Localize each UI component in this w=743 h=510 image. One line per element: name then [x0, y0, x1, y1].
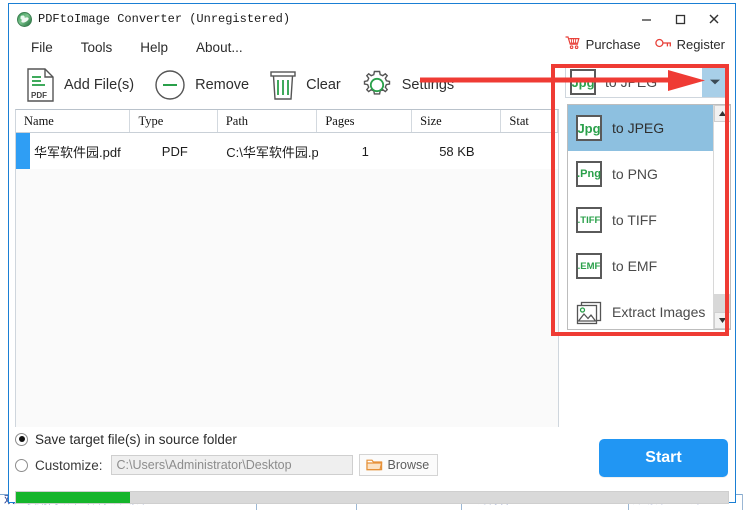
app-globe-icon [17, 11, 32, 27]
column-header-pages[interactable]: Pages [317, 110, 413, 132]
menu-bar: File Tools Help About... Purchase Regist… [9, 34, 735, 60]
close-icon[interactable] [697, 6, 731, 32]
save-in-source-folder-label: Save target file(s) in source folder [35, 431, 237, 447]
emf-badge-icon: .EMF [576, 253, 602, 279]
cell-path: C:\华军软件园.p... [226, 144, 318, 160]
progress-bar-fill [16, 492, 130, 503]
dropdown-option-extract-images[interactable]: Extract Images [568, 289, 714, 329]
customize-label: Customize: [35, 457, 103, 473]
png-badge-icon: .Png [576, 161, 602, 187]
maximize-icon[interactable] [663, 6, 697, 32]
output-options: Save target file(s) in source folder Cus… [15, 428, 559, 476]
table-row[interactable]: 华军软件园.pdf PDF C:\华军软件园.p... 1 58 KB [16, 133, 558, 169]
clear-label: Clear [306, 77, 341, 93]
progress-bar [15, 491, 729, 504]
column-header-size[interactable]: Size [412, 110, 502, 132]
format-dropdown-list[interactable]: Jpg to JPEG .Png to PNG .TIFF to TIFF .E… [567, 104, 731, 330]
output-path-input[interactable]: C:\Users\Administrator\Desktop [110, 455, 353, 475]
menu-item-about[interactable]: About... [196, 38, 243, 57]
column-header-name[interactable]: Name [16, 110, 131, 132]
cell-type: PDF [161, 143, 188, 159]
dropdown-option-label: to TIFF [612, 212, 657, 228]
menu-item-tools[interactable]: Tools [81, 38, 113, 57]
menu-item-help[interactable]: Help [140, 38, 168, 57]
dropdown-option-label: Extract Images [612, 304, 706, 320]
dropdown-scrollbar-thumb[interactable] [714, 294, 730, 312]
purchase-button[interactable]: Purchase [565, 35, 641, 53]
settings-label: Settings [401, 77, 455, 93]
add-files-label: Add File(s) [64, 77, 135, 93]
register-label: Register [676, 36, 725, 52]
save-in-source-folder-option[interactable]: Save target file(s) in source folder [15, 428, 559, 450]
window-title: PDFtoImage Converter (Unregistered) [38, 12, 291, 26]
minus-circle-icon [154, 69, 186, 101]
chevron-down-icon [709, 73, 721, 91]
dropdown-option-label: to JPEG [612, 120, 665, 136]
register-button[interactable]: Register [654, 36, 725, 52]
jpg-badge-icon: Jpg [570, 69, 596, 95]
cell-pages: 1 [361, 143, 369, 159]
dropdown-scrollbar[interactable] [713, 105, 730, 329]
file-list[interactable]: Name Type Path Pages Size Stat 华军软件园.pdf… [15, 109, 559, 427]
folder-open-icon [365, 457, 383, 474]
row-selection-indicator [16, 133, 30, 169]
settings-button[interactable]: Settings [361, 69, 454, 101]
file-list-rows: 华军软件园.pdf PDF C:\华军软件园.p... 1 58 KB [16, 133, 558, 169]
screen-root: 欢迎使用网编率计算，加易师 11:25 2018-05-09 上海博容 PDFt… [0, 0, 743, 510]
radio-customize[interactable] [15, 458, 28, 472]
dropdown-option-label: to EMF [612, 258, 658, 274]
picture-icon [576, 300, 602, 325]
dropdown-option-to-jpeg[interactable]: Jpg to JPEG [568, 105, 714, 151]
gear-icon [361, 69, 393, 101]
scroll-down-arrow-icon[interactable] [714, 312, 730, 329]
browse-button[interactable]: Browse [358, 454, 439, 476]
file-list-empty-area [16, 169, 558, 427]
pdf-document-icon: PDF [25, 68, 55, 102]
column-header-type[interactable]: Type [130, 110, 218, 132]
dropdown-option-to-emf[interactable]: .EMF to EMF [568, 243, 714, 289]
key-icon [654, 37, 672, 52]
cell-name: 华军软件园.pdf [34, 144, 121, 160]
jpg-badge-icon: Jpg [576, 115, 602, 141]
start-button-label: Start [645, 449, 682, 466]
remove-label: Remove [195, 77, 250, 93]
remove-button[interactable]: Remove [154, 69, 249, 101]
dropdown-option-label: to PNG [612, 166, 658, 182]
format-combo[interactable]: Jpg to JPEG [565, 66, 729, 98]
menu-item-file[interactable]: File [31, 38, 53, 57]
window-controls [629, 4, 731, 34]
title-bar[interactable]: PDFtoImage Converter (Unregistered) [9, 4, 735, 34]
customize-folder-option[interactable]: Customize: C:\Users\Administrator\Deskto… [15, 454, 559, 476]
dropdown-scrollbar-track[interactable] [714, 122, 730, 312]
format-dropdown-items: Jpg to JPEG .Png to PNG .TIFF to TIFF .E… [568, 105, 714, 329]
browse-label: Browse [387, 458, 430, 472]
purchase-label: Purchase [585, 36, 641, 52]
dropdown-option-to-tiff[interactable]: .TIFF to TIFF [568, 197, 714, 243]
dropdown-option-to-png[interactable]: .Png to PNG [568, 151, 714, 197]
tiff-badge-icon: .TIFF [576, 207, 602, 233]
format-combo-value: to JPEG [605, 74, 658, 90]
start-button[interactable]: Start [599, 439, 728, 477]
scroll-up-arrow-icon[interactable] [714, 105, 730, 122]
column-header-path[interactable]: Path [218, 110, 318, 132]
trash-can-icon [269, 69, 297, 101]
minimize-icon[interactable] [629, 6, 663, 32]
shopping-cart-icon [565, 35, 581, 53]
column-header-status[interactable]: Stat [501, 110, 559, 132]
add-files-button[interactable]: PDF Add File(s) [25, 68, 134, 102]
svg-text:PDF: PDF [31, 91, 47, 100]
app-window: PDFtoImage Converter (Unregistered) File… [8, 3, 736, 504]
cell-size: 58 KB [439, 143, 475, 159]
format-combo-dropdown-arrow[interactable] [702, 67, 728, 97]
radio-source-folder[interactable] [15, 432, 28, 446]
clear-button[interactable]: Clear [269, 69, 341, 101]
file-list-header: Name Type Path Pages Size Stat [16, 110, 559, 133]
menu-right-group: Purchase Register [565, 35, 725, 53]
